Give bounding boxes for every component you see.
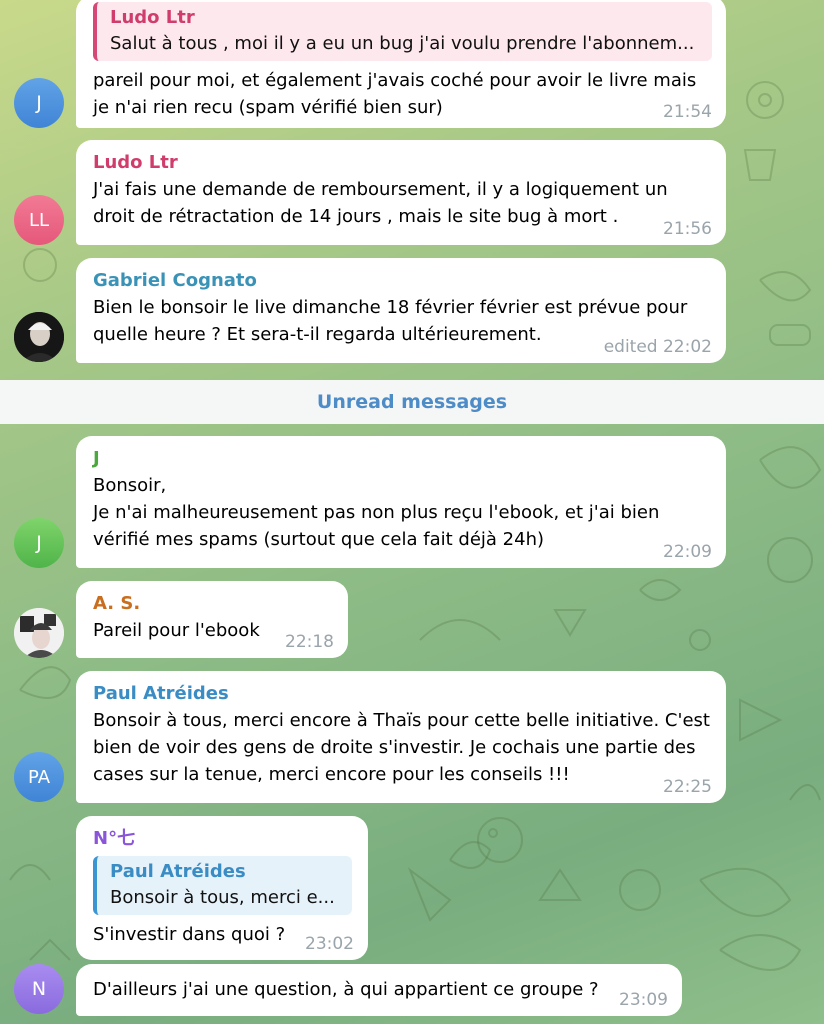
reply-preview[interactable]: Ludo Ltr Salut à tous , moi il y a eu un… — [93, 2, 712, 61]
avatar[interactable] — [14, 312, 64, 362]
avatar[interactable]: LL — [14, 195, 64, 245]
sender-name[interactable]: N°七 — [93, 826, 352, 852]
avatar[interactable]: J — [14, 78, 64, 128]
avatar[interactable] — [14, 608, 64, 658]
message-bubble[interactable]: J Bonsoir, Je n'ai malheureusement pas n… — [76, 436, 726, 568]
unread-messages-label: Unread messages — [316, 391, 508, 413]
message-bubble[interactable]: Ludo Ltr J'ai fais une demande de rembou… — [76, 140, 726, 245]
message-bubble[interactable]: A. S. Pareil pour l'ebook 22:18 — [76, 581, 348, 658]
unread-messages-separator: Unread messages — [0, 380, 824, 424]
sender-name[interactable]: Gabriel Cognato — [93, 268, 712, 294]
message-text: Bonsoir à tous, merci encore à Thaïs pou… — [93, 710, 710, 785]
profile-photo — [14, 312, 64, 362]
reply-text: Bonsoir à tous, merci e... — [110, 887, 335, 908]
message-time: 21:54 — [663, 102, 712, 122]
message-time: edited 22:02 — [603, 337, 712, 357]
message-text: J'ai fais une demande de remboursement, … — [93, 179, 668, 227]
message-time: 21:56 — [663, 219, 712, 239]
message-time: 22:09 — [663, 542, 712, 562]
message-time: 23:02 — [305, 934, 354, 954]
message-bubble[interactable]: Paul Atréides Bonsoir à tous, merci enco… — [76, 671, 726, 803]
avatar[interactable]: N — [14, 964, 64, 1014]
reply-text: Salut à tous , moi il y a eu un bug j'ai… — [110, 33, 695, 54]
sender-name[interactable]: A. S. — [93, 591, 334, 617]
message-time: 22:18 — [285, 632, 334, 652]
sender-name[interactable]: Ludo Ltr — [93, 150, 712, 176]
reply-preview[interactable]: Paul Atréides Bonsoir à tous, merci e... — [93, 856, 352, 915]
reply-sender-name: Paul Atréides — [110, 861, 246, 882]
sender-name[interactable]: Paul Atréides — [93, 681, 712, 707]
message-bubble[interactable]: Ludo Ltr Salut à tous , moi il y a eu un… — [76, 0, 726, 128]
reply-sender-name: Ludo Ltr — [110, 7, 195, 28]
message-bubble[interactable]: D'ailleurs j'ai une question, à qui appa… — [76, 964, 682, 1016]
message-time: 22:25 — [663, 777, 712, 797]
message-text: pareil pour moi, et également j'avais co… — [93, 70, 697, 118]
avatar[interactable]: PA — [14, 752, 64, 802]
message-time: 23:09 — [619, 990, 668, 1010]
avatar[interactable]: J — [14, 518, 64, 568]
message-bubble[interactable]: Gabriel Cognato Bien le bonsoir le live … — [76, 258, 726, 363]
sender-name[interactable]: J — [93, 446, 712, 472]
message-bubble[interactable]: N°七 Paul Atréides Bonsoir à tous, merci … — [76, 816, 368, 960]
message-text: D'ailleurs j'ai une question, à qui appa… — [93, 979, 599, 1000]
message-text: Bonsoir, Je n'ai malheureusement pas non… — [93, 475, 660, 550]
profile-photo — [14, 608, 64, 658]
